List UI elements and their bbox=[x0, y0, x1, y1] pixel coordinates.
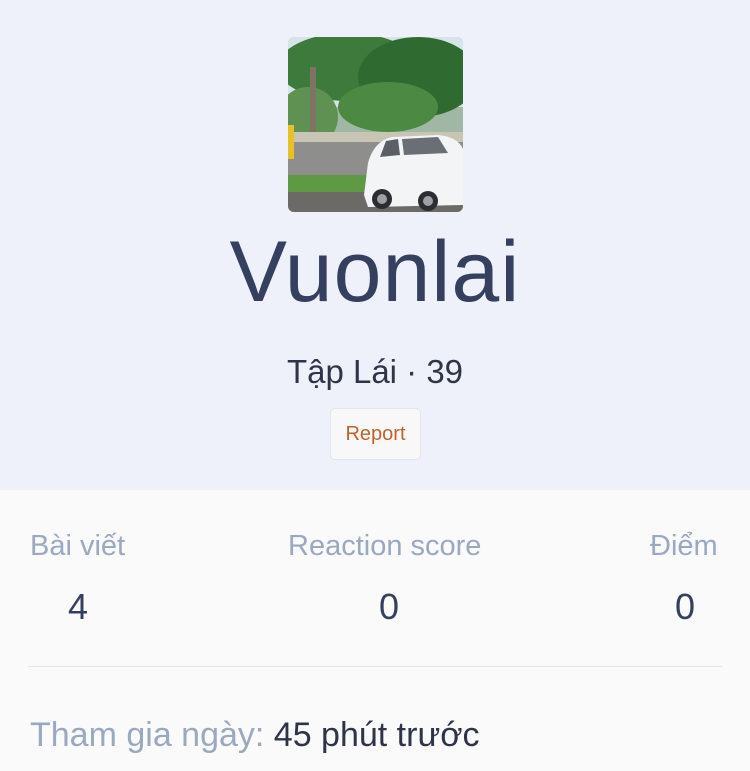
stat-label: Reaction score bbox=[288, 530, 482, 562]
stat-value: 0 bbox=[379, 586, 400, 627]
report-button[interactable]: Report bbox=[330, 408, 421, 460]
joined-value: 45 phút trước bbox=[273, 716, 480, 754]
username: Vuonlai bbox=[229, 224, 521, 320]
user-title: Tập Lái · 39 bbox=[286, 353, 464, 390]
divider bbox=[28, 666, 722, 667]
avatar-photo bbox=[288, 37, 463, 212]
stat-label: Điểm bbox=[650, 530, 718, 562]
joined-info: Tham gia ngày: 45 phút trước bbox=[30, 715, 480, 755]
member-stats: Bài viết 4 Reaction score 0 Điểm 0 Tham … bbox=[0, 490, 750, 771]
stat-label: Bài viết bbox=[30, 530, 126, 562]
avatar[interactable] bbox=[288, 37, 463, 212]
joined-label: Tham gia ngày: bbox=[30, 716, 274, 754]
stat-value: 4 bbox=[68, 586, 89, 627]
stat-value: 0 bbox=[675, 586, 696, 627]
profile-header: Vuonlai Tập Lái · 39 Report bbox=[0, 0, 750, 490]
